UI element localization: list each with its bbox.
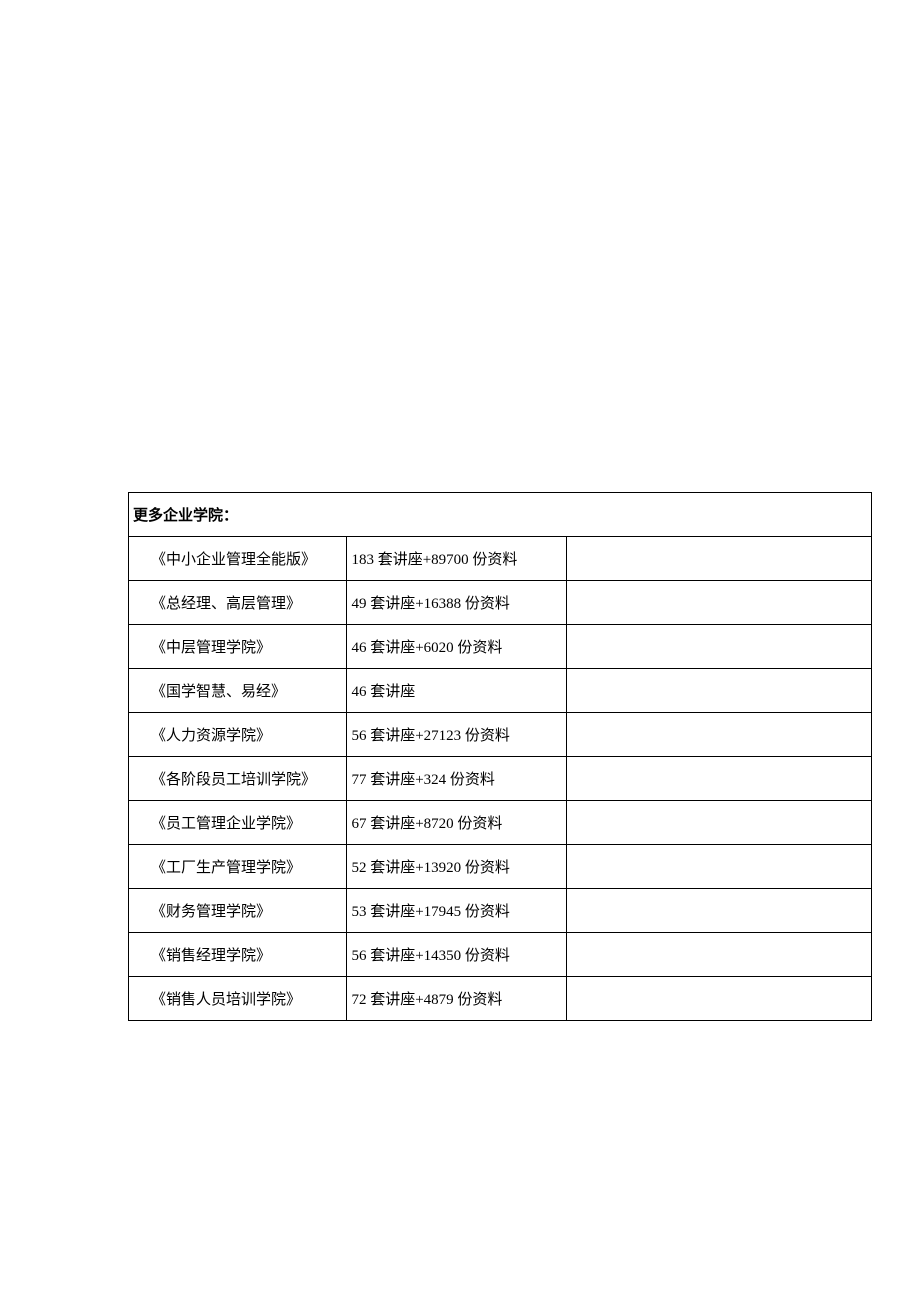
empty-cell [566,713,871,757]
table-row: 《销售人员培训学院》 72 套讲座+4879 份资料 [129,977,872,1021]
empty-cell [566,933,871,977]
college-desc: 53 套讲座+17945 份资料 [347,889,566,933]
college-desc: 56 套讲座+14350 份资料 [347,933,566,977]
table-header-row: 更多企业学院： [129,493,872,537]
college-desc: 52 套讲座+13920 份资料 [347,845,566,889]
empty-cell [566,889,871,933]
table-row: 《总经理、高层管理》 49 套讲座+16388 份资料 [129,581,872,625]
college-name: 《销售人员培训学院》 [129,977,347,1021]
empty-cell [566,669,871,713]
college-desc: 46 套讲座 [347,669,566,713]
document-page: 更多企业学院： 《中小企业管理全能版》 183 套讲座+89700 份资料 《总… [0,0,920,1301]
college-table: 更多企业学院： 《中小企业管理全能版》 183 套讲座+89700 份资料 《总… [128,492,872,1021]
table-row: 《人力资源学院》 56 套讲座+27123 份资料 [129,713,872,757]
college-desc: 49 套讲座+16388 份资料 [347,581,566,625]
college-desc: 56 套讲座+27123 份资料 [347,713,566,757]
empty-cell [566,581,871,625]
table-row: 《中小企业管理全能版》 183 套讲座+89700 份资料 [129,537,872,581]
empty-cell [566,845,871,889]
college-name: 《工厂生产管理学院》 [129,845,347,889]
college-name: 《财务管理学院》 [129,889,347,933]
table-header-cell: 更多企业学院： [129,493,872,537]
table-body: 更多企业学院： 《中小企业管理全能版》 183 套讲座+89700 份资料 《总… [129,493,872,1021]
college-name: 《中层管理学院》 [129,625,347,669]
college-desc: 67 套讲座+8720 份资料 [347,801,566,845]
empty-cell [566,625,871,669]
college-name: 《人力资源学院》 [129,713,347,757]
college-name: 《国学智慧、易经》 [129,669,347,713]
table-row: 《员工管理企业学院》 67 套讲座+8720 份资料 [129,801,872,845]
college-desc: 46 套讲座+6020 份资料 [347,625,566,669]
empty-cell [566,801,871,845]
empty-cell [566,537,871,581]
table-row: 《销售经理学院》 56 套讲座+14350 份资料 [129,933,872,977]
empty-cell [566,757,871,801]
college-desc: 77 套讲座+324 份资料 [347,757,566,801]
college-name: 《中小企业管理全能版》 [129,537,347,581]
college-desc: 72 套讲座+4879 份资料 [347,977,566,1021]
college-name: 《各阶段员工培训学院》 [129,757,347,801]
table-row: 《工厂生产管理学院》 52 套讲座+13920 份资料 [129,845,872,889]
table-row: 《国学智慧、易经》 46 套讲座 [129,669,872,713]
empty-cell [566,977,871,1021]
college-name: 《总经理、高层管理》 [129,581,347,625]
table-row: 《中层管理学院》 46 套讲座+6020 份资料 [129,625,872,669]
table-row: 《各阶段员工培训学院》 77 套讲座+324 份资料 [129,757,872,801]
college-name: 《员工管理企业学院》 [129,801,347,845]
college-desc: 183 套讲座+89700 份资料 [347,537,566,581]
college-name: 《销售经理学院》 [129,933,347,977]
table-row: 《财务管理学院》 53 套讲座+17945 份资料 [129,889,872,933]
